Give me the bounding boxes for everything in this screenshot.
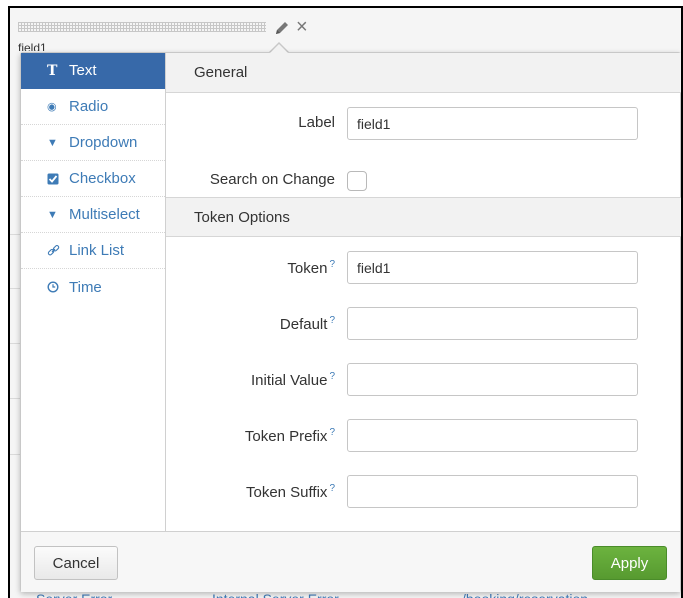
input-settings-panel: General Label Search on Change Token Opt… bbox=[166, 53, 681, 531]
type-option-dropdown[interactable]: ▼ Dropdown bbox=[21, 125, 165, 161]
type-option-label: Text bbox=[69, 62, 97, 79]
help-icon[interactable]: ? bbox=[329, 371, 335, 382]
window-border-top bbox=[8, 6, 683, 8]
help-icon[interactable]: ? bbox=[329, 315, 335, 326]
token-suffix-label-text: Token Suffix bbox=[245, 484, 328, 501]
type-option-time[interactable]: Time bbox=[21, 269, 165, 305]
window-border-left bbox=[8, 6, 10, 598]
label-input[interactable] bbox=[347, 107, 638, 140]
clock-icon bbox=[47, 281, 63, 293]
cancel-button[interactable]: Cancel bbox=[34, 546, 118, 580]
type-option-label: Link List bbox=[69, 242, 125, 259]
type-option-link-list[interactable]: Link List bbox=[21, 233, 165, 269]
token-field-label: Token? bbox=[287, 259, 335, 277]
drag-handle[interactable] bbox=[18, 22, 266, 32]
token-suffix-field-label: Token Suffix? bbox=[246, 483, 335, 501]
type-option-multiselect[interactable]: ▼ Multiselect bbox=[21, 197, 165, 233]
checkbox-icon bbox=[47, 173, 63, 185]
radio-icon: ◉ bbox=[47, 101, 57, 113]
close-icon[interactable]: × bbox=[296, 17, 308, 37]
type-option-radio[interactable]: ◉ Radio bbox=[21, 89, 165, 125]
section-header-general: General bbox=[166, 53, 681, 93]
section-header-token-options: Token Options bbox=[166, 197, 681, 237]
link-icon bbox=[47, 244, 63, 257]
default-field-label: Default? bbox=[280, 315, 335, 333]
token-prefix-label-text: Token Prefix bbox=[244, 428, 328, 445]
token-label-text: Token bbox=[287, 260, 328, 277]
search-on-change-label: Search on Change bbox=[209, 171, 335, 188]
input-field-label: field1 bbox=[18, 41, 47, 51]
default-label-text: Default bbox=[279, 316, 328, 333]
type-option-checkbox[interactable]: Checkbox bbox=[21, 161, 165, 197]
help-icon[interactable]: ? bbox=[329, 259, 335, 270]
initial-value-input[interactable] bbox=[347, 363, 638, 396]
token-input[interactable] bbox=[347, 251, 638, 284]
type-option-label: Checkbox bbox=[69, 170, 136, 187]
help-icon[interactable]: ? bbox=[329, 483, 335, 494]
help-icon[interactable]: ? bbox=[329, 427, 335, 438]
type-option-label: Radio bbox=[69, 98, 109, 115]
input-editor-popover: T Text ◉ Radio ▼ Dropdown Checkbox ▼ Mul… bbox=[20, 52, 681, 592]
initial-value-field-label: Initial Value? bbox=[251, 371, 335, 389]
default-input[interactable] bbox=[347, 307, 638, 340]
token-prefix-input[interactable] bbox=[347, 419, 638, 452]
type-option-label: Dropdown bbox=[69, 134, 138, 151]
pencil-icon[interactable] bbox=[273, 19, 291, 37]
label-field-label: Label bbox=[298, 114, 335, 131]
token-suffix-input[interactable] bbox=[347, 475, 638, 508]
type-option-label: Multiselect bbox=[69, 206, 140, 223]
type-option-label: Time bbox=[69, 278, 102, 296]
initial-value-label-text: Initial Value bbox=[251, 372, 328, 389]
search-on-change-checkbox[interactable] bbox=[347, 171, 367, 191]
apply-button[interactable]: Apply bbox=[592, 546, 667, 580]
caret-down-icon: ▼ bbox=[47, 208, 58, 221]
token-prefix-field-label: Token Prefix? bbox=[245, 427, 335, 445]
popover-caret-fill bbox=[269, 44, 289, 54]
text-icon: T bbox=[47, 62, 58, 79]
popover-footer: Cancel Apply bbox=[21, 531, 680, 592]
type-option-text[interactable]: T Text bbox=[21, 53, 165, 89]
input-type-list: T Text ◉ Radio ▼ Dropdown Checkbox ▼ Mul… bbox=[21, 53, 166, 531]
caret-down-icon: ▼ bbox=[47, 136, 58, 149]
